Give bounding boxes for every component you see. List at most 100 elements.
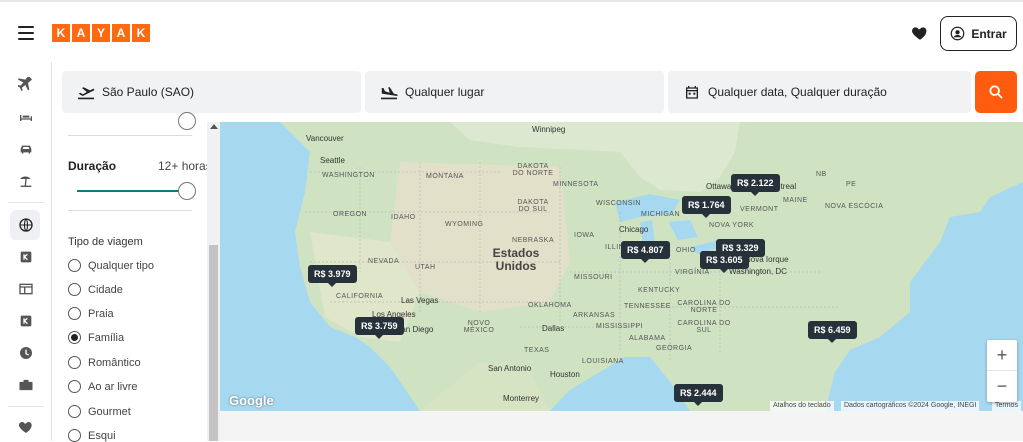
state-label: TEXAS <box>524 347 550 354</box>
state-label: DAKOTA DO NORTE <box>512 163 554 177</box>
keyboard-shortcuts-link[interactable]: Atalhos do teclado <box>770 401 834 411</box>
briefcase-icon <box>19 379 33 391</box>
state-label: MISSISSIPPI <box>596 323 644 330</box>
price-pin[interactable]: R$ 3.605 <box>700 251 749 273</box>
rail-item-packages[interactable] <box>16 172 36 190</box>
map-footer-area <box>220 411 1023 441</box>
city-label: Ottawa <box>706 182 732 191</box>
scroll-up-arrow-icon[interactable] <box>210 124 218 129</box>
state-label: OKLAHOMA <box>528 302 572 309</box>
destinations-map[interactable]: WASHINGTON OREGON IDAHO MONTANA WYOMING … <box>220 122 1023 411</box>
zoom-in-button[interactable]: + <box>987 340 1017 371</box>
trip-type-label: Cidade <box>88 283 123 296</box>
radio-circle-selected <box>68 331 81 344</box>
rail-item-favorites[interactable] <box>16 418 36 436</box>
price-pin[interactable]: R$ 2.444 <box>674 384 723 406</box>
previous-slider-knob[interactable] <box>178 112 196 130</box>
left-nav-rail <box>0 62 52 441</box>
trip-type-option[interactable]: Família <box>68 331 124 344</box>
kayak-k-icon <box>20 315 32 327</box>
state-label: GEÓRGIA <box>656 345 693 352</box>
state-label: MINNESOTA <box>553 181 599 188</box>
terms-link[interactable]: Termos <box>992 401 1021 411</box>
trip-type-label: Ao ar livre <box>88 380 138 393</box>
trip-type-label: Romântico <box>88 356 141 369</box>
login-button[interactable]: Entrar <box>940 16 1017 51</box>
price-pin[interactable]: R$ 1.764 <box>682 196 731 218</box>
rail-item-kayak-k[interactable] <box>16 248 36 266</box>
state-label: CAROLINA DO SUL <box>677 320 731 334</box>
landing-icon <box>381 87 398 100</box>
duration-slider-track[interactable] <box>77 190 181 192</box>
section-divider <box>68 210 192 211</box>
state-label: CAROLINA DO NORTE <box>677 300 731 314</box>
city-label: Chicago <box>619 225 649 234</box>
state-label: MAINE <box>783 197 808 204</box>
rail-item-history[interactable] <box>16 344 36 362</box>
trip-type-option[interactable]: Qualquer tipo <box>68 259 154 272</box>
rail-item-cars[interactable] <box>16 140 36 158</box>
zoom-out-button[interactable]: − <box>987 371 1017 402</box>
rail-item-hotels[interactable] <box>16 108 36 126</box>
state-label: UTAH <box>415 264 436 271</box>
state-label: WYOMING <box>445 221 484 228</box>
trip-type-option[interactable]: Praia <box>68 307 114 320</box>
trip-type-option[interactable]: Esqui <box>68 429 116 442</box>
flight-icon <box>18 77 32 91</box>
hamburger-menu-icon[interactable] <box>18 26 34 40</box>
rail-item-business[interactable] <box>16 376 36 394</box>
state-label: NOVA ESCÓCIA <box>825 203 884 210</box>
rail-item-kayak-k-2[interactable] <box>16 312 36 330</box>
radio-circle <box>68 380 81 393</box>
price-pin[interactable]: R$ 3.759 <box>355 317 404 339</box>
list-icon <box>19 283 33 295</box>
price-pin[interactable]: R$ 6.459 <box>808 321 857 343</box>
trip-type-option[interactable]: Cidade <box>68 283 123 296</box>
state-label: NEVADA <box>368 258 400 265</box>
city-label: Winnipeg <box>532 125 566 134</box>
favorites-heart-icon[interactable] <box>911 24 929 42</box>
date-field[interactable]: Qualquer data, Qualquer duração <box>668 71 971 113</box>
state-label: NOVO MÉXICO <box>463 320 495 334</box>
origin-field[interactable]: São Paulo (SAO) <box>62 71 361 113</box>
filters-scrollbar-thumb[interactable] <box>209 245 218 441</box>
state-label: OHIO <box>676 247 696 254</box>
origin-value: São Paulo (SAO) <box>102 85 195 99</box>
trip-type-label: Gourmet <box>88 405 131 418</box>
login-label: Entrar <box>971 26 1007 41</box>
radio-circle <box>68 405 81 418</box>
logo-letter: K <box>132 24 150 42</box>
city-label: Seattle <box>320 156 345 165</box>
state-label: ALABAMA <box>629 335 666 342</box>
rail-item-trips-list[interactable] <box>16 280 36 298</box>
trip-type-option[interactable]: Ao ar livre <box>68 380 138 393</box>
destination-field[interactable]: Qualquer lugar <box>365 71 664 113</box>
car-icon <box>20 145 32 154</box>
rail-item-flights[interactable] <box>16 76 36 94</box>
map-data-attribution: Dados cartográficos ©2024 Google, INEGI <box>841 401 980 411</box>
state-label: MONTANA <box>426 173 464 180</box>
duration-slider-knob[interactable] <box>178 182 196 200</box>
price-pin[interactable]: R$ 2.122 <box>731 174 780 196</box>
rail-item-explore[interactable] <box>16 216 36 234</box>
trip-type-label: Praia <box>88 307 114 320</box>
trip-type-option[interactable]: Gourmet <box>68 405 131 418</box>
clock-icon <box>20 347 32 359</box>
price-pin[interactable]: R$ 4.807 <box>621 241 670 263</box>
beach-icon <box>20 176 32 187</box>
radio-circle <box>68 259 81 272</box>
takeoff-icon <box>78 87 95 100</box>
duration-value: 12+ horas <box>158 159 212 173</box>
search-button[interactable] <box>975 71 1017 113</box>
city-label: Monterrey <box>503 394 540 403</box>
user-circle-icon <box>950 26 965 41</box>
state-label: OREGON <box>333 211 368 218</box>
price-pin[interactable]: R$ 3.979 <box>308 265 357 287</box>
globe-icon <box>19 218 33 232</box>
kayak-logo[interactable]: K A Y A K <box>52 24 150 42</box>
trip-type-option[interactable]: Romântico <box>68 356 141 369</box>
destination-value: Qualquer lugar <box>405 85 485 99</box>
rail-divider <box>8 202 44 203</box>
google-logo: Google <box>229 393 274 408</box>
trip-type-label: Qualquer tipo <box>88 259 155 272</box>
